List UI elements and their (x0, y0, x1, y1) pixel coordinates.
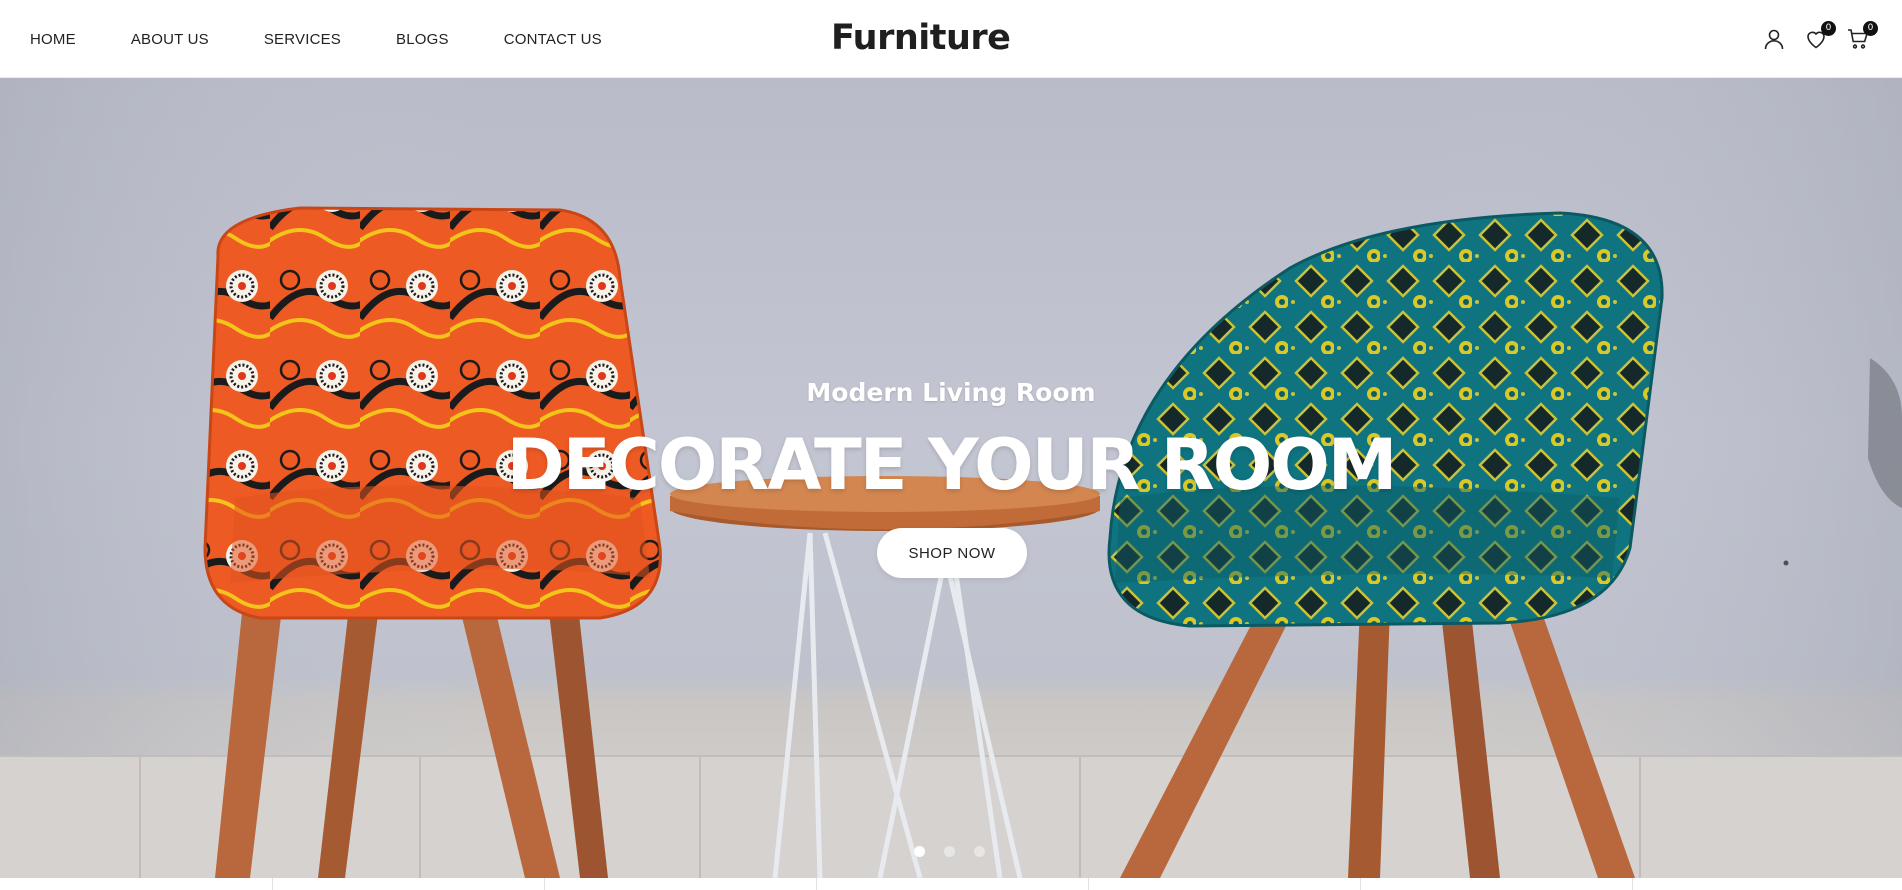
category-strip (0, 878, 1902, 890)
wishlist-button[interactable]: 0 (1802, 21, 1836, 53)
cart-button[interactable]: 0 (1844, 21, 1878, 53)
hero-subtitle: Modern Living Room (806, 378, 1096, 407)
user-icon (1764, 29, 1784, 50)
strip-divider (1088, 878, 1089, 890)
header-actions: 0 0 (1746, 0, 1878, 78)
nav-blogs[interactable]: BLOGS (396, 31, 449, 48)
site-logo[interactable]: Furniture (831, 16, 1011, 60)
strip-divider (544, 878, 545, 890)
wishlist-count-badge: 0 (1821, 21, 1836, 36)
shop-now-button[interactable]: SHOP NOW (877, 528, 1027, 578)
account-button[interactable] (1760, 25, 1788, 53)
nav-home[interactable]: HOME (30, 31, 76, 48)
strip-divider (272, 878, 273, 890)
nav-contact-us[interactable]: CONTACT US (504, 31, 602, 48)
slider-dot-2[interactable] (944, 846, 955, 857)
main-nav: HOME ABOUT US SERVICES BLOGS CONTACT US (30, 0, 657, 78)
hero-title: DECORATE YOUR ROOM (506, 424, 1398, 506)
slider-pagination (914, 846, 1004, 857)
slider-dot-1[interactable] (914, 846, 925, 857)
hero-slider: Modern Living Room DECORATE YOUR ROOM SH… (0, 78, 1902, 878)
nav-services[interactable]: SERVICES (264, 31, 341, 48)
strip-divider (1632, 878, 1633, 890)
site-header: HOME ABOUT US SERVICES BLOGS CONTACT US … (0, 0, 1902, 78)
strip-divider (816, 878, 817, 890)
slider-dot-3[interactable] (974, 846, 985, 857)
nav-about-us[interactable]: ABOUT US (131, 31, 209, 48)
strip-divider (1360, 878, 1361, 890)
cart-count-badge: 0 (1863, 21, 1878, 36)
